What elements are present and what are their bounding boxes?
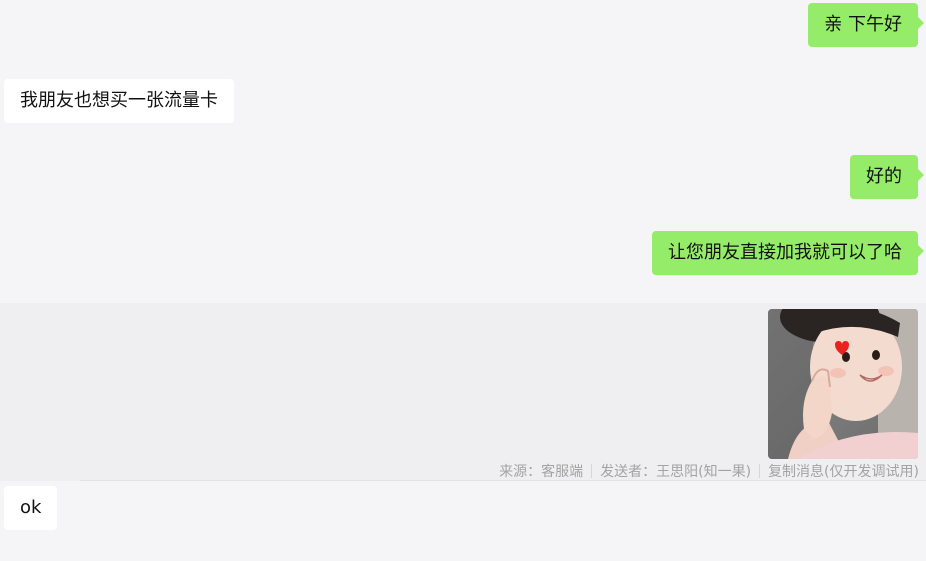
message-text: 我朋友也想买一张流量卡 (20, 90, 218, 111)
copy-message-link[interactable]: 复制消息(仅开发调试用) (768, 461, 919, 481)
message-bubble-outgoing[interactable]: 好的 (850, 155, 924, 199)
message-source-label: 来源：客服端 (499, 464, 584, 480)
photo-child-heart-gesture (768, 309, 918, 459)
message-text: ok (20, 497, 42, 518)
message-text: 好的 (866, 166, 902, 187)
meta-divider (591, 464, 593, 478)
message-meta-bar: 来源：客服端 发送者：王思阳(知一果) 复制消息(仅开发调试用) (499, 461, 919, 481)
chat-message-list: 亲 下午好 我朋友也想买一张流量卡 好的 让您朋友直接加我就可以了哈 来源：客服… (0, 0, 926, 561)
image-message-photo[interactable] (768, 309, 918, 459)
message-bubble-outgoing[interactable]: 亲 下午好 (808, 3, 924, 47)
message-bubble-incoming[interactable]: ok (4, 486, 58, 530)
message-text: 让您朋友直接加我就可以了哈 (668, 242, 902, 263)
message-bubble-outgoing[interactable]: 让您朋友直接加我就可以了哈 (652, 231, 924, 275)
message-text: 亲 下午好 (824, 14, 902, 35)
message-bubble-incoming[interactable]: 我朋友也想买一张流量卡 (4, 79, 234, 123)
message-sender-label: 发送者：王思阳(知一果) (600, 464, 752, 480)
meta-divider (759, 464, 761, 478)
